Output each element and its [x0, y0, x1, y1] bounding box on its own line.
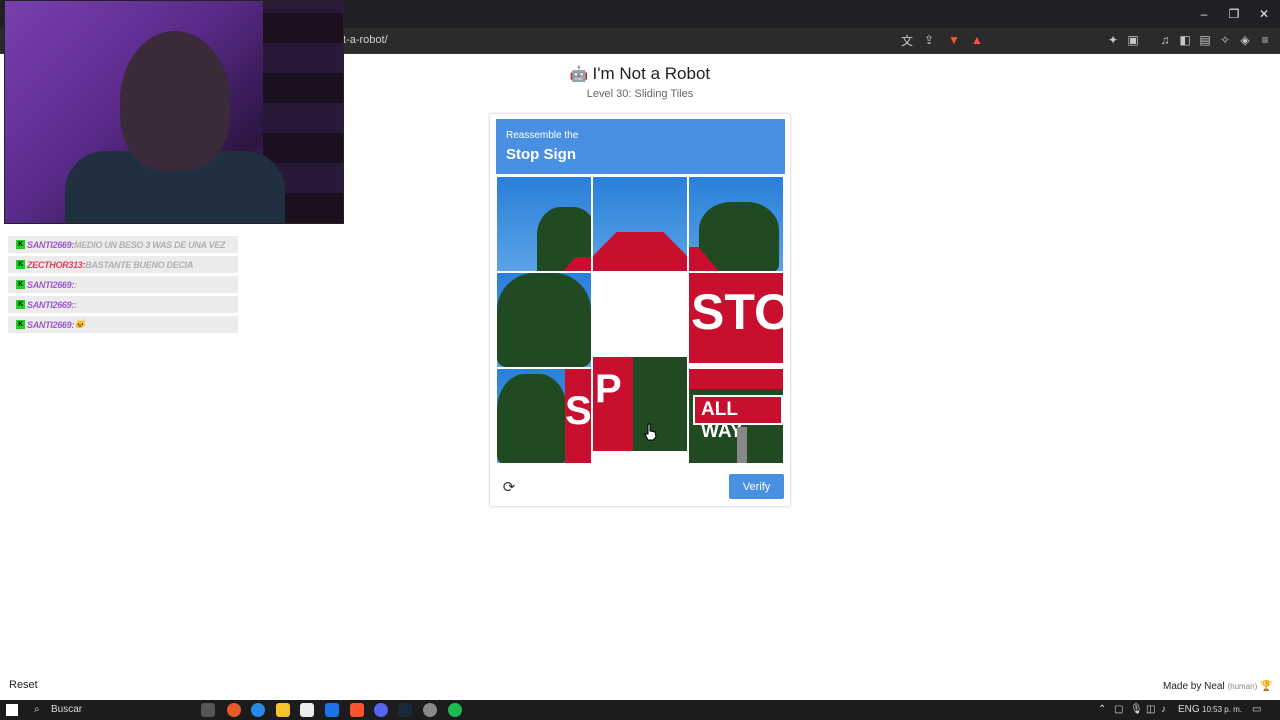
share-icon[interactable]: ⇪: [921, 32, 937, 48]
level-subtitle: Level 30: Sliding Tiles: [586, 88, 694, 100]
puzzle-tile[interactable]: [689, 177, 783, 271]
chat-message: K SANTI2669: :: [8, 296, 238, 313]
kick-badge-icon: K: [16, 260, 25, 269]
tray-app-icon[interactable]: ▢: [1114, 704, 1123, 715]
chat-message: K SANTI2669: 🐱: [8, 316, 238, 333]
chat-message: K SANTI2669: MEDIO UN BESO 3 WAS DE UNA …: [8, 236, 238, 253]
file-explorer-icon[interactable]: [276, 703, 290, 717]
kick-badge-icon: K: [16, 300, 25, 309]
minimize-button[interactable]: –: [1189, 0, 1219, 28]
puzzle-tile[interactable]: [497, 273, 591, 367]
menu-icon[interactable]: ≡: [1257, 32, 1273, 48]
chat-username: SANTI2669:: [27, 299, 75, 310]
made-by-credit[interactable]: Made by Neal (human) 🏆: [1163, 681, 1273, 692]
verify-button[interactable]: Verify: [729, 474, 784, 499]
chat-username: SANTI2669:: [27, 279, 75, 290]
taskbar-search-label[interactable]: Buscar: [51, 704, 82, 715]
made-by-text[interactable]: Made by Neal: [1163, 681, 1225, 692]
search-icon[interactable]: ⌕: [34, 704, 40, 715]
puzzle-tile[interactable]: STO: [689, 273, 783, 367]
brave-shield-icon[interactable]: ▼: [946, 32, 962, 48]
stream-chat: K SANTI2669: MEDIO UN BESO 3 WAS DE UNA …: [8, 236, 238, 336]
spotify-icon[interactable]: [448, 703, 462, 717]
extensions-icon[interactable]: ✦: [1105, 32, 1121, 48]
outlook-icon[interactable]: [325, 703, 339, 717]
chat-text: 🐱: [74, 319, 85, 329]
page-title: 🤖 I'm Not a Robot: [0, 64, 1280, 84]
puzzle-tile[interactable]: [497, 177, 591, 271]
webcam-overlay: [4, 0, 344, 224]
network-icon[interactable]: ◫: [1146, 704, 1155, 715]
kick-badge-icon: K: [16, 280, 25, 289]
trophy-icon: 🏆: [1260, 681, 1273, 692]
close-window-button[interactable]: ✕: [1249, 0, 1279, 28]
captcha-target: Stop Sign: [506, 146, 576, 163]
refresh-icon[interactable]: ⟳: [500, 478, 518, 496]
puzzle-tile-sliding[interactable]: P: [593, 357, 687, 451]
puzzle-tile[interactable]: S: [497, 369, 591, 463]
volume-icon[interactable]: ♪: [1161, 704, 1166, 715]
discord-icon[interactable]: [374, 703, 388, 717]
leo-ai-icon[interactable]: ✧: [1217, 32, 1233, 48]
clock[interactable]: 10:53 p. m.: [1202, 705, 1242, 714]
store-icon[interactable]: [300, 703, 314, 717]
kick-badge-icon: K: [16, 320, 25, 329]
page-title-text: I'm Not a Robot: [592, 64, 711, 83]
brave-icon[interactable]: [350, 703, 364, 717]
puzzle-tile[interactable]: ALL WAY: [689, 369, 783, 463]
chat-text: MEDIO UN BESO 3 WAS DE UNA VEZ: [74, 239, 226, 250]
robot-icon: 🤖: [569, 66, 589, 83]
tray-chevron-icon[interactable]: ⌃: [1098, 704, 1106, 715]
task-view-icon[interactable]: [201, 703, 215, 717]
edge-icon[interactable]: [251, 703, 265, 717]
chat-username: SANTI2669:: [27, 319, 75, 330]
kick-badge-icon: K: [16, 240, 25, 249]
reset-button[interactable]: Reset: [9, 679, 38, 691]
url-text[interactable]: t-a-robot/: [343, 34, 388, 46]
chat-text: :: [74, 299, 77, 310]
captcha-instruction: Reassemble the: [506, 130, 579, 141]
windows-taskbar: ⌕ Buscar ⌃ ▢ 🎙 ◫ ♪ ENG 10:53 p. m. ▭: [0, 700, 1280, 720]
chat-message: K SANTI2669: :: [8, 276, 238, 293]
sliding-tile-grid: STO S P ALL WAY: [496, 176, 785, 465]
captcha-banner: Reassemble the Stop Sign: [496, 119, 785, 174]
translate-icon[interactable]: 文: [899, 32, 915, 48]
hand-cursor-icon: [644, 423, 657, 441]
chat-text: :: [74, 279, 77, 290]
brave-rewards-icon[interactable]: ▲: [969, 32, 985, 48]
empty-tile-slot[interactable]: [593, 273, 687, 367]
music-icon[interactable]: ♫: [1157, 32, 1173, 48]
human-tag: (human): [1227, 682, 1258, 691]
obs-icon[interactable]: [423, 703, 437, 717]
notifications-icon[interactable]: ▭: [1252, 704, 1261, 715]
microphone-icon[interactable]: 🎙: [1130, 704, 1143, 715]
chat-username: ZECTHOR313:: [27, 259, 86, 270]
puzzle-tile[interactable]: [593, 177, 687, 271]
firefox-icon[interactable]: [227, 703, 241, 717]
windows-start-icon[interactable]: [6, 704, 18, 716]
restore-button[interactable]: ❐: [1219, 0, 1249, 28]
chat-text: BASTANTE BUENO DECIA: [85, 259, 194, 270]
streamer-head: [120, 31, 230, 171]
chat-username: SANTI2669:: [27, 239, 75, 250]
wallet-icon[interactable]: ▤: [1197, 32, 1213, 48]
screenshot-icon[interactable]: ▣: [1125, 32, 1141, 48]
sidebar-icon[interactable]: ◧: [1177, 32, 1193, 48]
steam-icon[interactable]: [398, 703, 412, 717]
vpn-icon[interactable]: ◈: [1237, 32, 1253, 48]
chat-message: K ZECTHOR313: BASTANTE BUENO DECIA: [8, 256, 238, 273]
captcha-card: Reassemble the Stop Sign STO S P ALL WAY…: [490, 114, 790, 506]
language-indicator[interactable]: ENG: [1178, 704, 1200, 715]
